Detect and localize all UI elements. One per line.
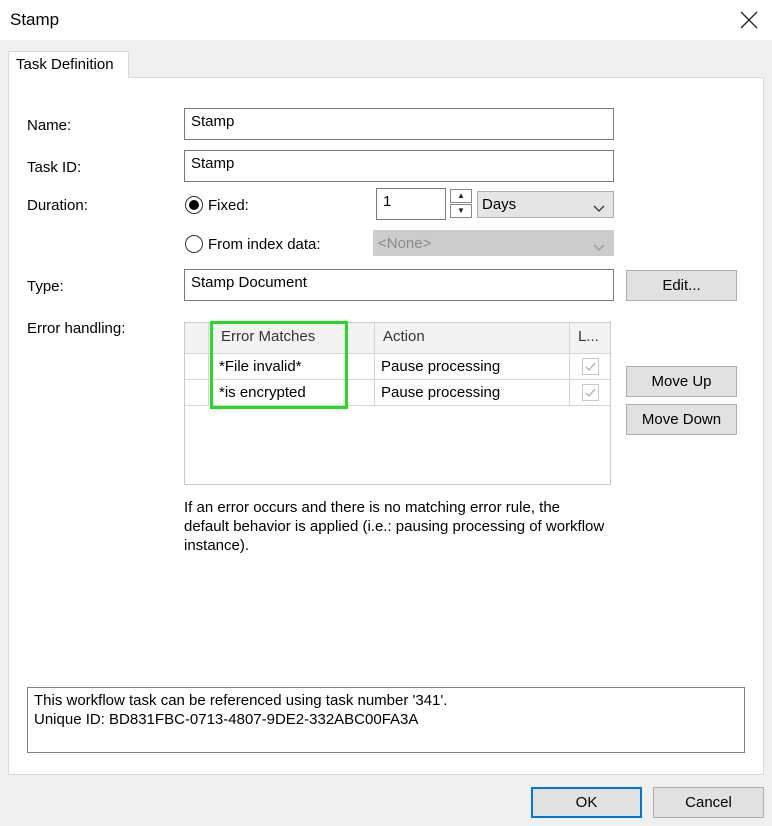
duration-input[interactable]: 1 bbox=[376, 188, 446, 220]
fixed-label: Fixed: bbox=[208, 197, 249, 214]
grid-row-header bbox=[185, 323, 209, 354]
row-selector[interactable] bbox=[185, 354, 209, 380]
name-label: Name: bbox=[27, 117, 72, 134]
ok-button[interactable]: OK bbox=[531, 787, 642, 818]
row-selector[interactable] bbox=[185, 380, 209, 406]
duration-label: Duration: bbox=[27, 197, 88, 214]
column-header-l[interactable]: L... bbox=[570, 323, 610, 354]
fixed-radio[interactable] bbox=[185, 196, 203, 214]
type-field[interactable]: Stamp Document bbox=[184, 269, 614, 301]
tab-task-definition[interactable]: Task Definition bbox=[8, 51, 129, 78]
type-label: Type: bbox=[27, 278, 64, 295]
chevron-down-icon bbox=[593, 239, 605, 256]
window-title: Stamp bbox=[10, 10, 60, 29]
move-down-button[interactable]: Move Down bbox=[626, 404, 737, 435]
checkbox-checked[interactable] bbox=[582, 358, 599, 375]
column-header-action[interactable]: Action bbox=[375, 323, 570, 354]
error-note: If an error occurs and there is no match… bbox=[184, 499, 605, 554]
action-cell[interactable]: Pause processing bbox=[375, 380, 570, 406]
info-unique-id: Unique ID: BD831FBC-0713-4807-9DE2-332AB… bbox=[34, 711, 419, 728]
task-id-label: Task ID: bbox=[27, 159, 82, 176]
checkbox-checked[interactable] bbox=[582, 384, 599, 401]
duration-unit-value: Days bbox=[482, 196, 517, 213]
name-field[interactable]: Stamp bbox=[184, 108, 614, 140]
log-cell bbox=[570, 380, 610, 406]
spin-up-button[interactable]: ▲ bbox=[450, 189, 472, 203]
log-cell bbox=[570, 354, 610, 380]
cancel-button[interactable]: Cancel bbox=[653, 787, 764, 818]
info-task-number: This workflow task can be referenced usi… bbox=[34, 692, 448, 709]
info-box: This workflow task can be referenced usi… bbox=[27, 687, 745, 753]
from-index-radio[interactable] bbox=[185, 235, 203, 253]
title-bar bbox=[0, 0, 772, 40]
duration-unit-select[interactable]: Days bbox=[477, 191, 614, 218]
action-cell[interactable]: Pause processing bbox=[375, 354, 570, 380]
from-index-label: From index data: bbox=[208, 236, 321, 253]
highlight-box bbox=[210, 321, 348, 409]
task-id-field[interactable]: Stamp bbox=[184, 150, 614, 182]
error-handling-label: Error handling: bbox=[27, 320, 126, 337]
edit-button[interactable]: Edit... bbox=[626, 270, 737, 301]
close-icon[interactable] bbox=[735, 6, 763, 34]
spin-down-button[interactable]: ▼ bbox=[450, 204, 472, 218]
move-up-button[interactable]: Move Up bbox=[626, 366, 737, 397]
index-data-select: <None> bbox=[373, 230, 614, 256]
index-data-value: <None> bbox=[378, 235, 432, 252]
chevron-down-icon bbox=[593, 200, 605, 217]
